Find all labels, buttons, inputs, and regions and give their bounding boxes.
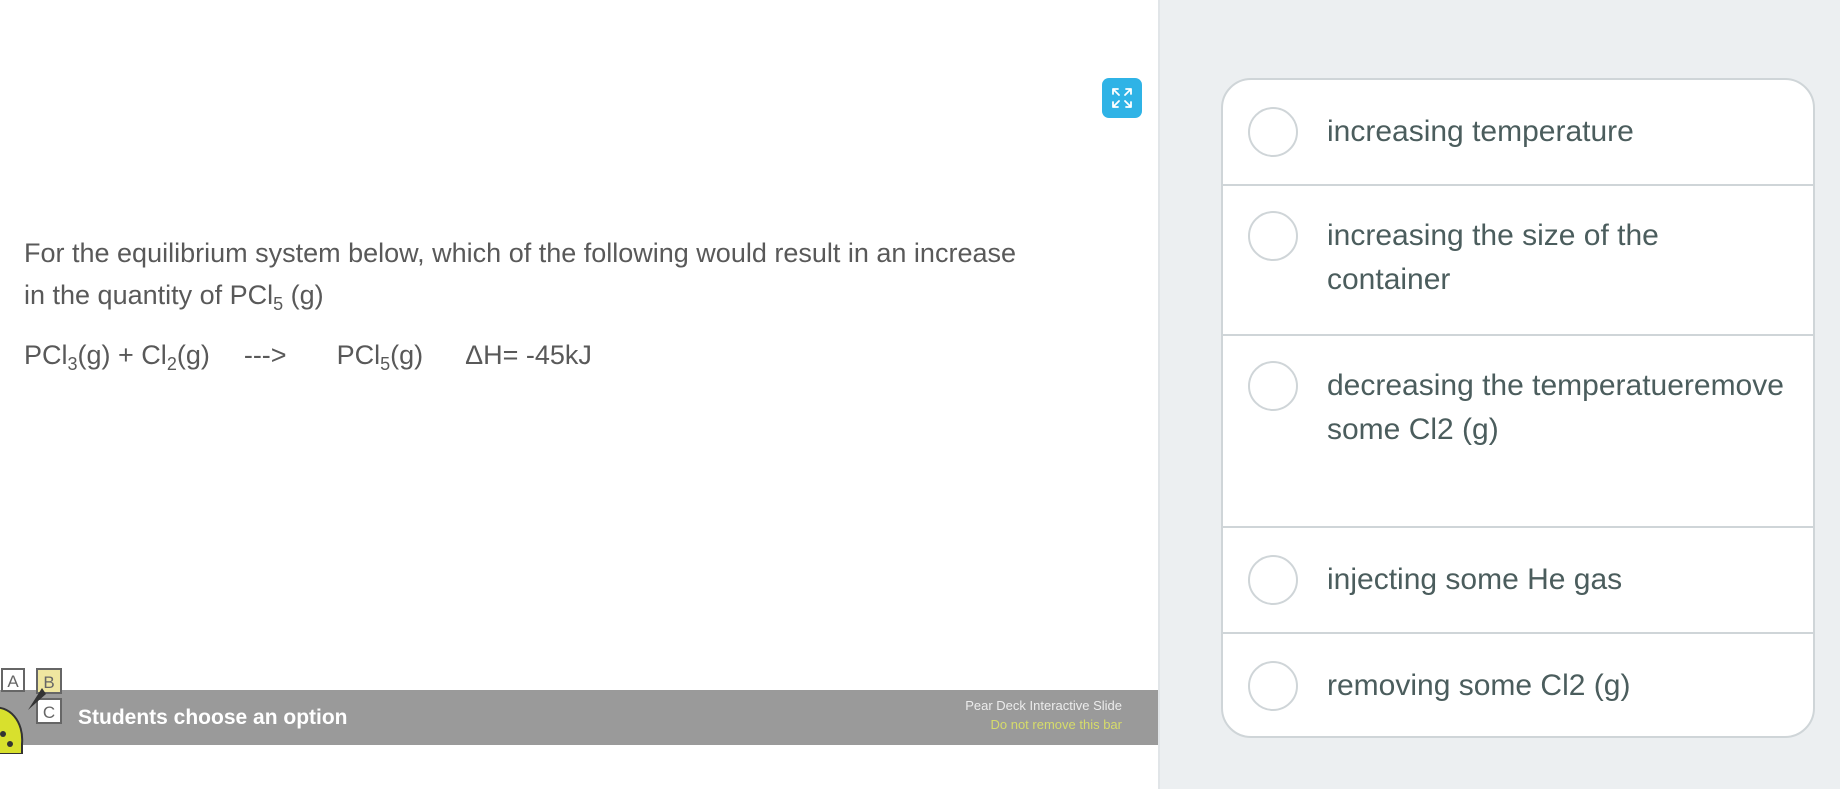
pear-deck-logo-icon: A B C (0, 668, 62, 754)
logo-letter-b: B (43, 673, 54, 692)
slide-area: For the equilibrium system below, which … (0, 0, 1158, 789)
eq-arrow: ---> (243, 340, 287, 370)
option-label: increasing temperature (1327, 115, 1634, 148)
radio-button[interactable] (1248, 107, 1298, 157)
logo-letter-a: A (7, 672, 19, 691)
options-card: increasing temperature increasing the si… (1221, 78, 1815, 738)
eq-reactant2-sub: 2 (166, 354, 177, 374)
option-label: injecting some He gas (1327, 563, 1623, 596)
reaction-equation: PCl3(g) + Cl2(g) ---> PCl5(g) ΔH= -45kJ (24, 334, 592, 376)
option-label: decreasing the temperatueremove some Cl2… (1327, 369, 1784, 446)
expand-button[interactable] (1102, 78, 1142, 118)
radio-button[interactable] (1248, 555, 1298, 605)
eq-reactant1-state: (g) + Cl (77, 340, 167, 370)
eq-reactant1: PCl (24, 340, 68, 370)
eq-product: PCl (336, 340, 381, 370)
question-main: For the equilibrium system below, which … (24, 238, 1016, 310)
expand-icon (1112, 88, 1132, 108)
pear-deck-brand: Pear Deck Interactive Slide (965, 698, 1122, 713)
eq-enthalpy: ΔH= -45kJ (465, 340, 592, 370)
option-label: removing some Cl2 (g) (1327, 669, 1631, 702)
option-decreasing-temperature[interactable]: decreasing the temperatueremove some Cl2… (1223, 336, 1813, 528)
radio-button[interactable] (1248, 211, 1298, 261)
logo-letter-c: C (43, 703, 55, 722)
question-subscript: 5 (273, 294, 284, 314)
option-increasing-temperature[interactable]: increasing temperature (1223, 80, 1813, 186)
eq-reactant2-state: (g) (176, 340, 210, 370)
eq-product-sub: 5 (380, 354, 391, 374)
option-injecting-he-gas[interactable]: injecting some He gas (1223, 528, 1813, 634)
eq-reactant1-sub: 3 (67, 354, 78, 374)
option-label: increasing the size of the container (1327, 219, 1659, 296)
question-text: For the equilibrium system below, which … (24, 232, 1024, 316)
radio-button[interactable] (1248, 661, 1298, 711)
option-removing-cl2[interactable]: removing some Cl2 (g) (1223, 634, 1813, 736)
pear-deck-warning: Do not remove this bar (990, 717, 1122, 732)
pear-deck-bar-label: Students choose an option (78, 706, 348, 729)
option-increasing-container-size[interactable]: increasing the size of the container (1223, 186, 1813, 336)
pear-deck-bar: Students choose an option Pear Deck Inte… (0, 690, 1158, 745)
radio-button[interactable] (1248, 361, 1298, 411)
eq-product-state: (g) (390, 340, 424, 370)
question-tail: (g) (283, 280, 324, 310)
